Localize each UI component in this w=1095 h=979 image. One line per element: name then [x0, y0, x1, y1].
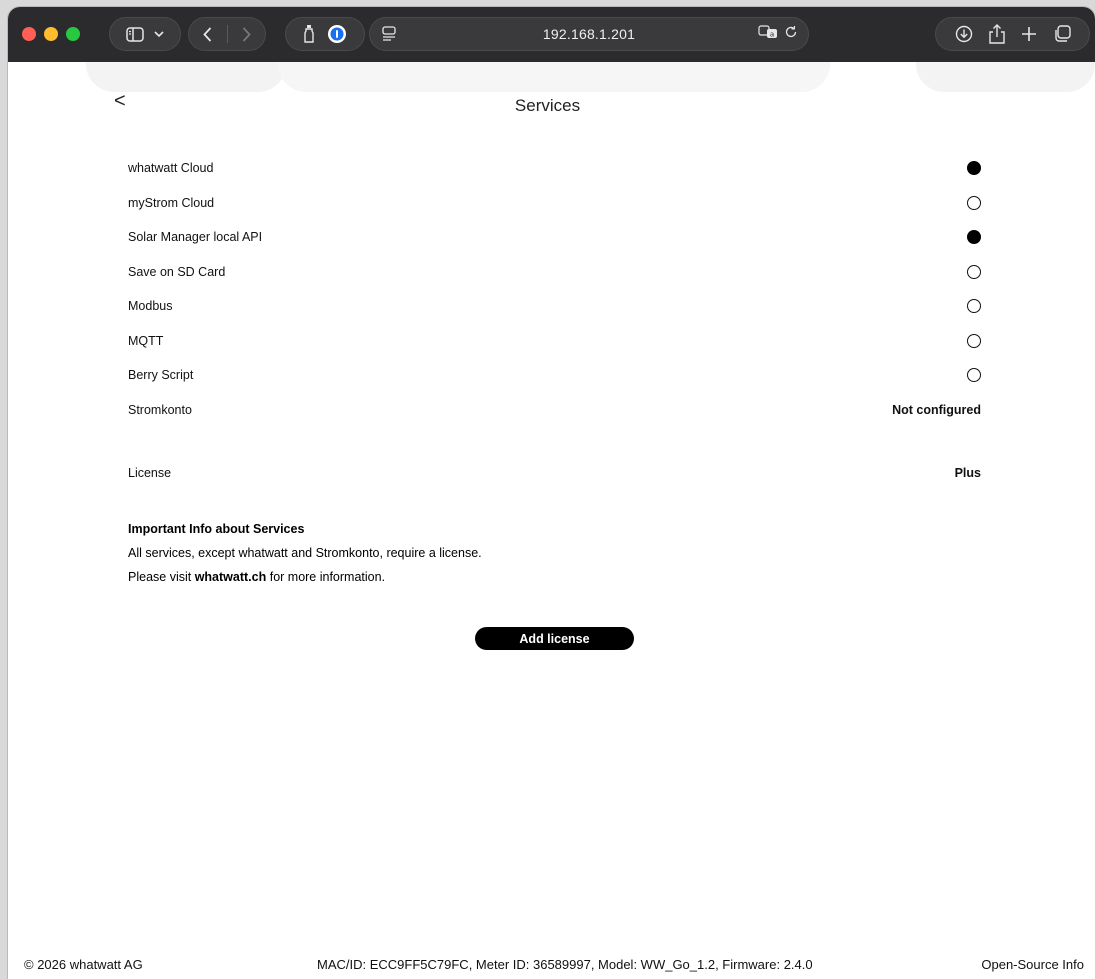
tabs-overview-icon[interactable] [1053, 25, 1071, 43]
device-info: MAC/ID: ECC9FF5C79FC, Meter ID: 36589997… [317, 957, 813, 972]
back-button[interactable] [189, 26, 227, 42]
license-label: License [128, 466, 172, 480]
service-label: Modbus [128, 299, 173, 313]
plus-icon[interactable] [1021, 26, 1037, 42]
service-label: whatwatt Cloud [128, 161, 214, 175]
service-label: Save on SD Card [128, 264, 226, 279]
service-row[interactable]: Berry Script [128, 365, 981, 385]
reader-icon[interactable] [382, 26, 396, 42]
sidebar-toggle-button[interactable] [109, 17, 181, 51]
sidebar-icon [126, 26, 144, 42]
info-line-1: All services, except whatwatt and Stromk… [128, 546, 482, 560]
address-text[interactable]: 192.168.1.201 [543, 26, 635, 42]
translate-icon[interactable]: a [758, 25, 778, 39]
service-toggle[interactable] [967, 195, 981, 210]
chevron-right-icon [242, 26, 251, 42]
service-row[interactable]: myStrom Cloud [128, 193, 981, 213]
navigation-group [188, 17, 266, 51]
info-suffix: for more information. [266, 570, 386, 584]
chevron-down-icon[interactable] [154, 30, 164, 38]
open-source-info-link[interactable]: Open-Source Info [981, 957, 1084, 972]
service-row[interactable]: MQTT [128, 331, 981, 351]
license-value: Plus [954, 466, 981, 480]
page-title: Services [514, 96, 581, 115]
forward-button[interactable] [227, 26, 265, 42]
service-row[interactable]: Solar Manager local API [128, 227, 981, 247]
close-window-button[interactable] [22, 27, 36, 41]
service-toggle[interactable] [967, 299, 981, 313]
info-line-2: Please visit whatwatt.ch for more inform… [128, 570, 385, 584]
service-label: Berry Script [128, 368, 194, 382]
extensions-group [285, 17, 365, 51]
browser-toolbar: 192.168.1.201 a [8, 7, 1095, 63]
minimize-window-button[interactable] [44, 27, 58, 41]
share-icon[interactable] [988, 24, 1005, 44]
chevron-left-icon [203, 26, 212, 42]
info-title: Important Info about Services [128, 522, 305, 536]
license-row: License Plus [128, 463, 981, 483]
service-label: myStrom Cloud [128, 195, 215, 210]
download-icon[interactable] [955, 25, 973, 43]
tab-shadow [916, 62, 1095, 92]
page-content: < Services whatwatt Cloud myStrom Cloud So… [8, 62, 1095, 979]
reload-icon[interactable] [784, 25, 798, 39]
service-toggle[interactable] [967, 161, 981, 175]
toolbar-actions [935, 17, 1090, 51]
copyright: © 2026 whatwatt AG [24, 957, 143, 972]
service-label: MQTT [128, 333, 164, 348]
service-toggle[interactable] [967, 368, 981, 382]
service-label: Stromkonto [128, 403, 192, 417]
browser-window: 192.168.1.201 a < Services whatwatt Clou… [8, 7, 1095, 979]
svg-text:a: a [770, 31, 774, 39]
zoom-window-button[interactable] [66, 27, 80, 41]
service-row[interactable]: Save on SD Card [128, 262, 981, 282]
tab-shadow [278, 62, 830, 92]
service-row[interactable]: whatwatt Cloud [128, 158, 981, 178]
address-bar[interactable]: 192.168.1.201 a [369, 17, 809, 51]
service-toggle[interactable] [967, 230, 981, 244]
password-manager-icon[interactable] [327, 24, 347, 44]
stromkonto-row[interactable]: Stromkonto Not configured [128, 400, 981, 420]
service-label: Solar Manager local API [128, 230, 263, 244]
service-toggle[interactable] [967, 333, 981, 348]
service-toggle[interactable] [967, 264, 981, 279]
info-prefix: Please visit [128, 570, 195, 584]
bottle-icon[interactable] [303, 24, 315, 44]
service-row[interactable]: Modbus [128, 296, 981, 316]
page-footer: © 2026 whatwatt AG MAC/ID: ECC9FF5C79FC,… [8, 953, 1095, 979]
add-license-button[interactable]: Add license [475, 627, 634, 650]
whatwatt-link[interactable]: whatwatt.ch [195, 570, 267, 584]
stromkonto-status: Not configured [892, 403, 981, 417]
tab-shadow [86, 62, 286, 92]
